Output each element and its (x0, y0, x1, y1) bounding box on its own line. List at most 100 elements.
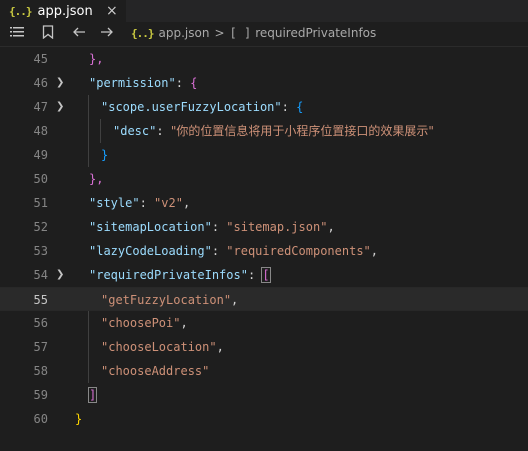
json-key: "permission" (89, 76, 176, 90)
colon: : (281, 100, 297, 114)
colon: : (211, 220, 227, 234)
line-number: 57 (33, 340, 48, 354)
close-icon[interactable]: × (106, 3, 118, 19)
code-line: 52 "sitemapLocation": "sitemap.json", (0, 215, 528, 239)
line-number: 58 (33, 364, 48, 378)
code-text: "chooseAddress" (101, 359, 209, 383)
comma: , (182, 196, 191, 210)
line-number: 56 (33, 316, 48, 330)
breadcrumb: {..} app.json > [ ] requiredPrivateInfos (131, 26, 376, 40)
open-bracket: [ (261, 267, 271, 283)
code-line: 49 } (0, 143, 528, 167)
array-icon: [ ] (229, 26, 252, 40)
open-brace: { (190, 76, 198, 90)
tab-label: app.json (37, 3, 93, 19)
json-string: "requiredComponents" (226, 244, 371, 258)
json-string: "你的位置信息将用于小程序位置接口的效果展示" (170, 124, 434, 138)
fold-chevron-icon[interactable]: ❯ (56, 95, 64, 119)
json-string: "getFuzzyLocation" (101, 293, 232, 307)
line-number: 48 (33, 124, 48, 138)
code-line: 57 "chooseLocation", (0, 335, 528, 359)
json-icon: {..} (131, 26, 154, 40)
back-icon[interactable] (72, 25, 86, 44)
breadcrumb-symbol[interactable]: requiredPrivateInfos (255, 26, 376, 40)
colon: : (247, 268, 263, 282)
json-key: "requiredPrivateInfos" (89, 268, 248, 282)
code-line: 50 }, (0, 167, 528, 191)
fold-chevron-icon[interactable]: ❯ (56, 263, 64, 287)
code-text: "requiredPrivateInfos": [ (89, 263, 271, 287)
comma: , (216, 340, 224, 354)
code-text: "choosePoi", (101, 311, 188, 335)
code-text: } (75, 412, 83, 426)
comma: , (327, 220, 335, 234)
comma: , (231, 293, 239, 307)
colon: : (211, 244, 227, 258)
line-number: 55 (33, 293, 48, 307)
code-text: }, (89, 172, 104, 186)
code-line: 58 "chooseAddress" (0, 359, 528, 383)
comma: , (370, 244, 379, 258)
line-number: 53 (33, 244, 48, 258)
code-text: "desc": "你的位置信息将用于小程序位置接口的效果展示" (113, 119, 434, 143)
fold-chevron-icon[interactable]: ❯ (56, 71, 64, 95)
line-number: 47 (33, 100, 48, 114)
code-line: 59 ] (0, 383, 528, 407)
json-string: "choosePoi" (101, 316, 181, 330)
code-text: "scope.userFuzzyLocation": { (101, 95, 303, 119)
line-number: 50 (33, 172, 48, 186)
json-string: "v2" (154, 196, 183, 210)
code-text: } (101, 148, 109, 162)
code-text: "chooseLocation", (101, 335, 224, 359)
json-string: "chooseLocation" (101, 340, 217, 354)
line-number: 51 (33, 196, 48, 210)
comma: , (180, 316, 188, 330)
code-line: 56 "choosePoi", (0, 311, 528, 335)
code-text: ] (87, 383, 98, 407)
colon: : (156, 124, 171, 138)
code-line: 48 "desc": "你的位置信息将用于小程序位置接口的效果展示" (0, 119, 528, 143)
open-brace: { (296, 100, 304, 114)
code-line: 54 ❯ "requiredPrivateInfos": [ (0, 263, 528, 287)
colon: : (175, 76, 191, 90)
json-key: "desc" (113, 124, 157, 138)
json-icon: {..} (9, 4, 32, 18)
code-text: "getFuzzyLocation", (101, 288, 238, 312)
json-key: "style" (89, 196, 140, 210)
breadcrumb-separator: > (214, 26, 225, 40)
close-bracket: ] (87, 387, 98, 403)
tab-bar: {..} app.json × (0, 0, 528, 22)
breadcrumb-file[interactable]: app.json (159, 26, 210, 40)
colon: : (139, 196, 155, 210)
json-key: "sitemapLocation" (89, 220, 212, 234)
code-line: 46 ❯ "permission": { (0, 71, 528, 95)
line-number: 49 (33, 148, 48, 162)
list-icon[interactable] (10, 25, 24, 44)
tab-app-json[interactable]: {..} app.json × (0, 0, 126, 22)
line-number: 46 (33, 76, 48, 90)
code-line: 60 } (0, 407, 528, 431)
code-text: "sitemapLocation": "sitemap.json", (89, 215, 335, 239)
forward-icon[interactable] (100, 25, 114, 44)
code-line-current: 55 "getFuzzyLocation", (0, 287, 528, 311)
line-number: 59 (33, 388, 48, 402)
json-string: "chooseAddress" (101, 364, 210, 378)
json-key: "lazyCodeLoading" (89, 244, 212, 258)
code-text: "lazyCodeLoading": "requiredComponents", (89, 239, 378, 263)
editor-toolbar: {..} app.json > [ ] requiredPrivateInfos (0, 22, 528, 47)
code-text: "style": "v2", (89, 191, 190, 215)
code-text: "permission": { (89, 71, 197, 95)
bookmark-icon[interactable] (42, 25, 54, 44)
line-number: 45 (33, 52, 48, 66)
code-editor[interactable]: 45 }, 46 ❯ "permission": { 47 ❯ "scope.u… (0, 47, 528, 451)
json-string: "sitemap.json" (226, 220, 328, 234)
code-line: 51 "style": "v2", (0, 191, 528, 215)
json-key: "scope.userFuzzyLocation" (101, 100, 282, 114)
line-number: 54 (33, 268, 48, 282)
code-line: 45 }, (0, 47, 528, 71)
line-number: 52 (33, 220, 48, 234)
line-number: 60 (33, 412, 48, 426)
code-line: 53 "lazyCodeLoading": "requiredComponent… (0, 239, 528, 263)
code-text: }, (89, 52, 104, 66)
code-line: 47 ❯ "scope.userFuzzyLocation": { (0, 95, 528, 119)
